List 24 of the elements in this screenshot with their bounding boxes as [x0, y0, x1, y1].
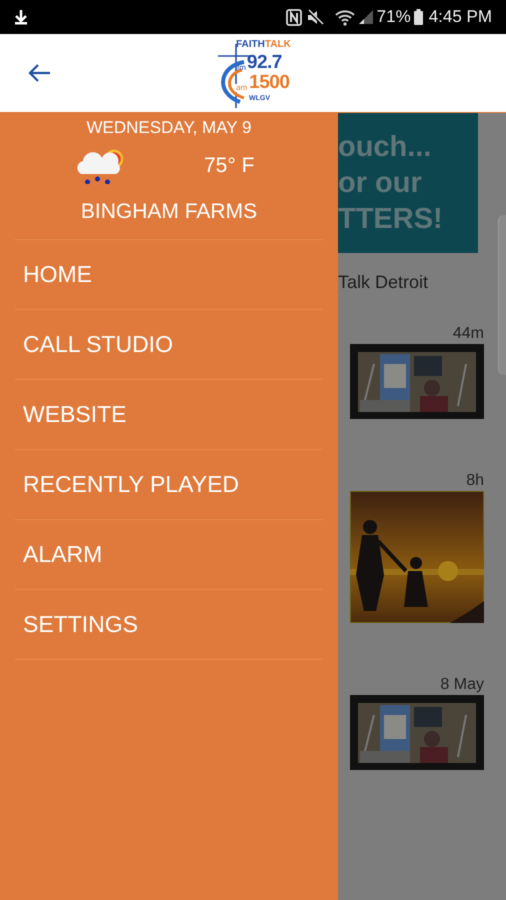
menu-item[interactable]: RECENTLY PLAYED: [0, 450, 338, 519]
logo-am: am: [235, 84, 248, 92]
banner-text: TTERS!: [338, 202, 444, 236]
menu-item[interactable]: CALL STUDIO: [0, 310, 338, 379]
post-time: 8 May: [440, 676, 484, 693]
battery-percent: 71%: [376, 6, 411, 28]
menu-item[interactable]: ALARM: [0, 520, 338, 589]
feed-title: Talk Detroit: [338, 271, 430, 294]
logo-talk: TALK: [264, 40, 291, 50]
post-time: 8h: [466, 472, 484, 489]
temperature-label: 75° F: [204, 153, 254, 180]
location-label: BINGHAM FARMS: [80, 199, 258, 225]
banner-text: or our: [338, 166, 423, 200]
menu-item[interactable]: WEBSITE: [0, 380, 338, 449]
post-time: 44m: [452, 325, 484, 342]
logo-fm: fm: [237, 64, 246, 72]
banner-text: ouch...: [338, 130, 432, 164]
menu-item[interactable]: HOME: [0, 240, 338, 309]
logo-faith: FAITH: [236, 40, 265, 50]
date-label: WEDNESDAY, MAY 9: [85, 118, 252, 138]
logo-fm-frequency: 92.7: [246, 53, 282, 72]
menu-item[interactable]: SETTINGS: [0, 590, 338, 659]
logo-am-frequency: 1500: [249, 73, 290, 92]
clock: 4:45 PM: [428, 6, 492, 28]
